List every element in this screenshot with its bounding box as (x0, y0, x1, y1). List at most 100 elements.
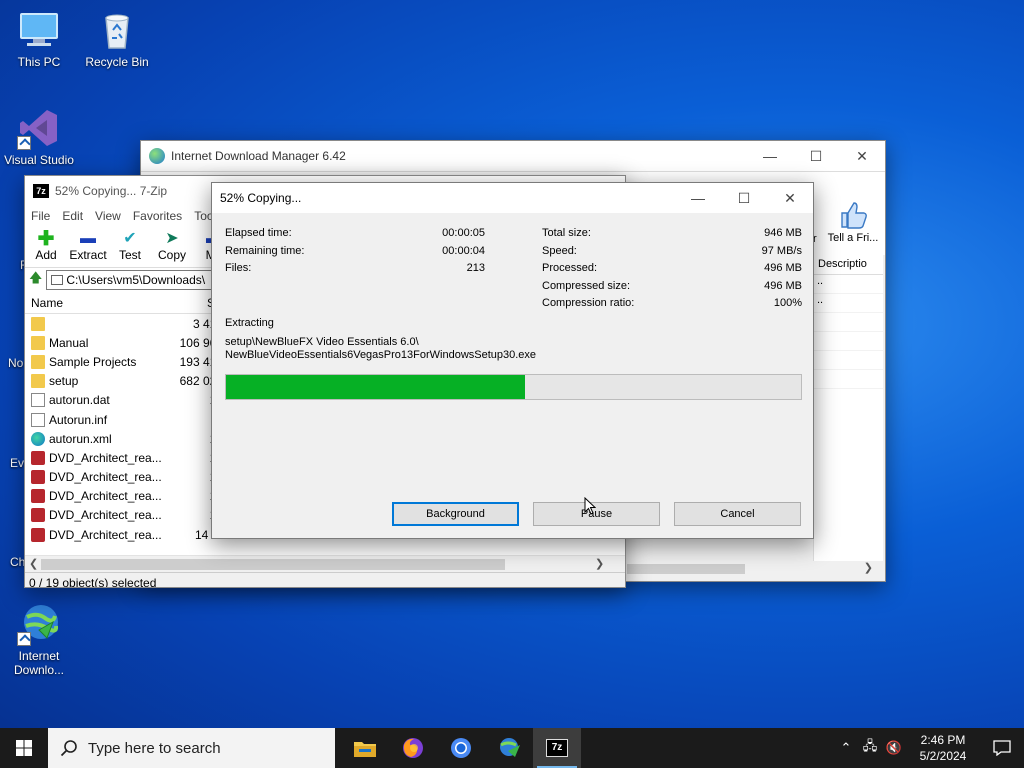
list-item[interactable]: .. (814, 275, 883, 294)
scroll-right-icon[interactable]: ❯ (864, 561, 873, 574)
shortcut-arrow-icon (17, 136, 31, 150)
system-tray: ⌃ 🖧 🔇 2:46 PM 5/2/2024 (834, 728, 1024, 768)
copy-progress-dialog[interactable]: 52% Copying... — ☐ ✕ Elapsed time: 00:00:… (211, 182, 814, 539)
list-item[interactable]: .. (814, 294, 883, 313)
scrollbar-thumb[interactable] (627, 564, 745, 574)
current-operation: Extracting setup\NewBlueFX Video Essenti… (225, 317, 536, 362)
maximize-button[interactable]: ☐ (721, 183, 767, 213)
dialog-titlebar[interactable]: 52% Copying... — ☐ ✕ (212, 183, 813, 213)
desktop-icon-recycle-bin[interactable]: Recycle Bin (78, 8, 156, 69)
notifications-button[interactable] (980, 740, 1024, 756)
minimize-button[interactable]: — (675, 183, 721, 213)
desktop-fragment: No (8, 356, 24, 370)
stat-label: Processed: (542, 262, 598, 274)
document-icon (31, 393, 45, 408)
stat-label: Speed: (542, 244, 577, 257)
taskbar-firefox[interactable] (389, 728, 437, 768)
desktop-icon-label: Internet Downlo... (13, 649, 65, 677)
selection-status: 0 / 19 object(s) selected (29, 575, 157, 588)
test-button[interactable]: ✔ Test (109, 226, 151, 267)
desktop-fragment: Ev (10, 456, 25, 470)
chrome-icon (451, 738, 471, 758)
7zip-app-icon: 7z (33, 184, 49, 198)
add-button[interactable]: ✚ Add (25, 226, 67, 267)
column-header-description[interactable]: Descriptio (814, 255, 883, 275)
file-name: DVD_Architect_rea... (49, 470, 161, 485)
maximize-button[interactable]: ☐ (793, 141, 839, 171)
button-label: Cancel (720, 508, 755, 520)
file-name: DVD_Architect_rea... (49, 527, 161, 542)
stat-label: Remaining time: (225, 244, 305, 257)
pause-button[interactable]: Pause (533, 502, 660, 526)
stat-label: Total size: (542, 227, 591, 239)
idm-horizontal-scrollbar[interactable]: ❯ (627, 561, 883, 577)
extract-label: Extract (69, 248, 107, 262)
file-name: autorun.xml (49, 431, 112, 446)
clock-date: 5/2/2024 (919, 749, 967, 763)
menu-view[interactable]: View (89, 209, 127, 223)
start-button[interactable] (0, 728, 48, 768)
scroll-right-icon[interactable]: ❯ (595, 557, 604, 570)
minimize-button[interactable]: — (747, 141, 793, 171)
progress-bar (225, 374, 802, 400)
stat-processed: Processed: 496 MB (542, 262, 802, 280)
desktop-icon-this-pc[interactable]: This PC (0, 8, 78, 69)
copy-button[interactable]: ➤ Copy (151, 226, 193, 267)
stat-files: Files: 213 (225, 262, 485, 280)
clock[interactable]: 2:46 PM 5/2/2024 (906, 732, 980, 764)
column-header-name[interactable]: Name (31, 296, 207, 310)
taskbar-chrome[interactable] (437, 728, 485, 768)
list-item[interactable] (814, 370, 883, 389)
search-icon (60, 740, 77, 757)
visual-studio-icon (17, 106, 61, 150)
shortcut-arrow-icon (17, 632, 31, 646)
folder-icon (31, 335, 45, 350)
close-button[interactable]: ✕ (839, 141, 885, 171)
stat-value: 496 MB (764, 279, 802, 292)
idm-titlebar[interactable]: Internet Download Manager 6.42 — ☐ ✕ (141, 141, 885, 171)
volume-muted-icon[interactable]: 🔇 (882, 740, 906, 756)
document-icon (31, 412, 45, 427)
menu-favorites[interactable]: Favorites (127, 209, 188, 223)
stat-remaining-time: Remaining time: 00:00:04 (225, 245, 485, 263)
list-item[interactable] (814, 351, 883, 370)
path-text: C:\Users\vm5\Downloads\ (66, 273, 206, 287)
tell-a-friend-button[interactable]: Tell a Fri... (825, 201, 881, 244)
scroll-left-icon[interactable]: ❮ (29, 557, 38, 570)
desktop-icon-visual-studio[interactable]: Visual Studio (0, 106, 78, 167)
menu-edit[interactable]: Edit (56, 209, 89, 223)
cancel-button[interactable]: Cancel (674, 502, 801, 526)
file-name: autorun.dat (49, 393, 110, 408)
background-button[interactable]: Background (392, 502, 519, 526)
idm-download-list[interactable]: Descriptio .. .. (813, 255, 883, 561)
menu-file[interactable]: File (25, 209, 56, 223)
desktop-icon-idm[interactable]: Internet Downlo... (0, 602, 78, 677)
operation-label: Extracting (225, 317, 274, 329)
stat-label: Elapsed time: (225, 227, 292, 239)
chevron-up-icon[interactable]: ⌃ (834, 740, 858, 756)
up-folder-icon[interactable]: 🡅 (29, 269, 42, 291)
copy-label: Copy (157, 248, 186, 262)
stat-value: 100% (773, 297, 802, 309)
stat-label: Compressed size: (542, 279, 631, 292)
edge-file-icon (31, 431, 45, 446)
taskbar-search-box[interactable]: Type here to search (48, 728, 335, 768)
stat-value: 946 MB (764, 227, 802, 239)
minus-icon: ▬ (80, 230, 96, 247)
taskbar-7zip[interactable]: 7z (533, 728, 581, 768)
close-button[interactable]: ✕ (767, 183, 813, 213)
test-label: Test (118, 248, 141, 262)
file-name: Autorun.inf (49, 412, 108, 427)
scrollbar-thumb[interactable] (41, 559, 505, 570)
taskbar-file-explorer[interactable] (341, 728, 389, 768)
taskbar-idm[interactable] (485, 728, 533, 768)
list-item[interactable] (814, 313, 883, 332)
extract-button[interactable]: ▬ Extract (67, 226, 109, 267)
window-title: Internet Download Manager 6.42 (171, 149, 346, 163)
check-icon: ✔ (123, 230, 137, 247)
network-icon[interactable]: 🖧 (858, 737, 882, 759)
progress-bar-fill (226, 375, 525, 399)
list-item[interactable] (814, 332, 883, 351)
dvd-architect-file-icon (31, 508, 45, 523)
7zip-horizontal-scrollbar[interactable]: ❮ ❯ (25, 555, 625, 572)
